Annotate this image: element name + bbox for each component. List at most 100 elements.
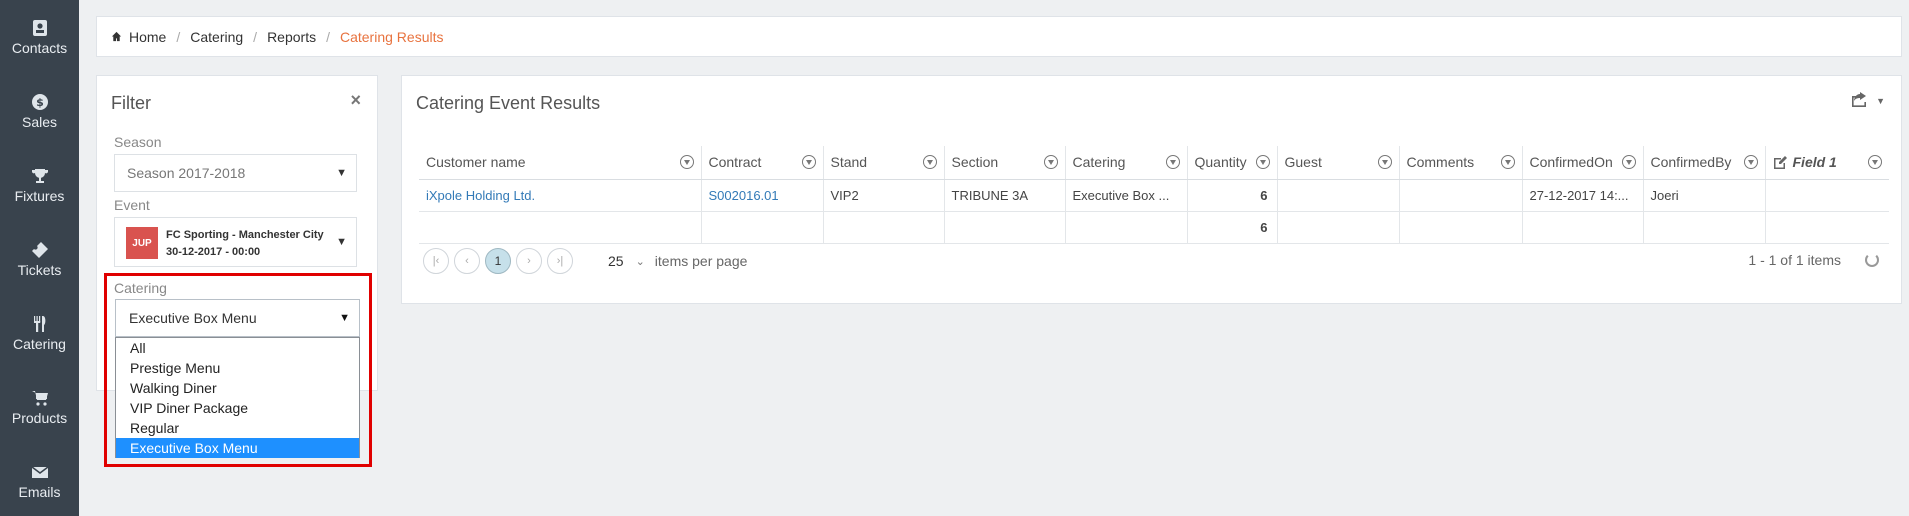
filter-icon[interactable]: [1165, 155, 1180, 170]
sidebar-item-fixtures[interactable]: Fixtures: [0, 148, 79, 222]
column-header-section[interactable]: Section: [943, 146, 1065, 180]
total-cell: [1276, 211, 1399, 244]
cell-confirmed-by: Joeri: [1642, 179, 1765, 212]
total-cell: [1642, 211, 1765, 244]
breadcrumb-catering[interactable]: Catering: [190, 29, 243, 45]
catering-option-walking-diner[interactable]: Walking Diner: [116, 378, 359, 398]
breadcrumb-separator: /: [176, 28, 181, 45]
export-button[interactable]: ▼: [1851, 92, 1885, 110]
sidebar-item-sales[interactable]: $ Sales: [0, 74, 79, 148]
season-value: Season 2017-2018: [127, 165, 246, 181]
prev-page-button[interactable]: ‹: [454, 248, 480, 274]
sidebar-nav: Contacts $ Sales Fixtures Tickets Cateri…: [0, 0, 79, 516]
catering-option-all[interactable]: All: [116, 338, 359, 358]
results-panel: Catering Event Results ▼ Customer name C…: [401, 75, 1902, 304]
export-icon: [1851, 92, 1868, 110]
filter-icon[interactable]: [1500, 155, 1515, 170]
cell-catering: Executive Box ...: [1064, 179, 1187, 212]
cell-field-1: [1764, 179, 1889, 212]
column-header-stand[interactable]: Stand: [822, 146, 944, 180]
total-cell: [1764, 211, 1889, 244]
event-label: Event: [114, 197, 150, 213]
catering-option-vip-diner[interactable]: VIP Diner Package: [116, 398, 359, 418]
last-page-button[interactable]: ›|: [547, 248, 573, 274]
results-title: Catering Event Results: [416, 93, 601, 113]
page-size-select[interactable]: 25 ⌄: [608, 253, 645, 269]
filter-icon[interactable]: [1743, 155, 1758, 170]
column-header-confirmed-on[interactable]: ConfirmedOn: [1521, 146, 1643, 180]
total-cell: [943, 211, 1065, 244]
catering-option-executive-box[interactable]: Executive Box Menu: [116, 438, 359, 458]
envelope-icon: [30, 462, 50, 482]
caret-down-icon: ▼: [336, 236, 347, 248]
filter-icon[interactable]: [679, 155, 694, 170]
column-header-field-1[interactable]: Field 1: [1764, 146, 1889, 180]
cell-quantity: 6: [1186, 179, 1277, 212]
close-icon[interactable]: ×: [350, 90, 361, 111]
table-row[interactable]: iXpole Holding Ltd. S002016.01 VIP2 TRIB…: [419, 179, 1889, 212]
cell-confirmed-on: 27-12-2017 14:...: [1521, 179, 1643, 212]
edit-icon[interactable]: [1773, 154, 1793, 170]
sidebar-item-label: Products: [11, 410, 68, 426]
sidebar-item-label: Emails: [18, 484, 61, 500]
event-date: 30-12-2017 - 00:00: [166, 246, 261, 258]
current-page-button[interactable]: 1: [485, 248, 511, 274]
filter-icon[interactable]: [1043, 155, 1058, 170]
total-cell: [1521, 211, 1643, 244]
filter-icon[interactable]: [1377, 155, 1392, 170]
breadcrumb-current: Catering Results: [339, 28, 444, 45]
sidebar-item-emails[interactable]: Emails: [0, 444, 79, 516]
filter-icon[interactable]: [1621, 155, 1636, 170]
season-label: Season: [114, 134, 162, 150]
first-page-button[interactable]: |‹: [423, 248, 449, 274]
ticket-icon: [30, 240, 50, 260]
cell-customer-name[interactable]: iXpole Holding Ltd.: [419, 179, 701, 212]
sidebar-item-catering[interactable]: Catering: [0, 296, 79, 370]
chevron-down-icon: ⌄: [635, 255, 645, 268]
column-header-customer-name[interactable]: Customer name: [419, 146, 701, 180]
caret-down-icon: ▼: [1876, 96, 1885, 106]
breadcrumb-home[interactable]: Home: [129, 29, 166, 45]
total-cell: [822, 211, 944, 244]
sidebar-item-label: Tickets: [17, 262, 62, 278]
total-cell: [700, 211, 823, 244]
cell-guest: [1276, 179, 1399, 212]
filter-icon[interactable]: [801, 155, 816, 170]
cell-contract[interactable]: S002016.01: [700, 179, 823, 212]
column-header-guest[interactable]: Guest: [1276, 146, 1399, 180]
team-logo: JUP: [126, 227, 158, 259]
event-select[interactable]: JUP FC Sporting - Manchester City 30-12-…: [114, 217, 357, 267]
sidebar-item-contacts[interactable]: Contacts: [0, 0, 79, 74]
column-header-quantity[interactable]: Quantity: [1186, 146, 1277, 180]
column-header-comments[interactable]: Comments: [1398, 146, 1522, 180]
caret-down-icon: ▼: [336, 167, 347, 179]
table-total-row: 6: [419, 211, 1889, 244]
cell-section: TRIBUNE 3A: [943, 179, 1065, 212]
cart-icon: [30, 388, 50, 408]
sidebar-item-products[interactable]: Products: [0, 370, 79, 444]
season-select[interactable]: Season 2017-2018 ▼: [114, 154, 357, 192]
column-header-confirmed-by[interactable]: ConfirmedBy: [1642, 146, 1765, 180]
total-quantity: 6: [1186, 211, 1277, 244]
total-cell: [1064, 211, 1187, 244]
total-cell: [1398, 211, 1522, 244]
filter-icon[interactable]: [922, 155, 937, 170]
sidebar-item-tickets[interactable]: Tickets: [0, 222, 79, 296]
column-header-catering[interactable]: Catering: [1064, 146, 1187, 180]
svg-text:$: $: [36, 96, 44, 109]
refresh-icon[interactable]: [1865, 253, 1879, 267]
catering-option-prestige[interactable]: Prestige Menu: [116, 358, 359, 378]
catering-label: Catering: [114, 280, 167, 296]
breadcrumb-separator: /: [326, 28, 330, 45]
catering-select[interactable]: Executive Box Menu ▼: [115, 299, 360, 337]
column-header-contract[interactable]: Contract: [700, 146, 823, 180]
filter-icon[interactable]: [1255, 155, 1270, 170]
event-details: FC Sporting - Manchester City 30-12-2017…: [166, 227, 324, 261]
breadcrumb-reports[interactable]: Reports: [267, 29, 316, 45]
filter-icon[interactable]: [1868, 155, 1882, 170]
breadcrumb-separator: /: [253, 28, 258, 45]
sidebar-item-label: Catering: [13, 336, 66, 352]
next-page-button[interactable]: ›: [516, 248, 542, 274]
breadcrumb: Home / Catering / Reports / Catering Res…: [96, 16, 1902, 57]
catering-option-regular[interactable]: Regular: [116, 418, 359, 438]
